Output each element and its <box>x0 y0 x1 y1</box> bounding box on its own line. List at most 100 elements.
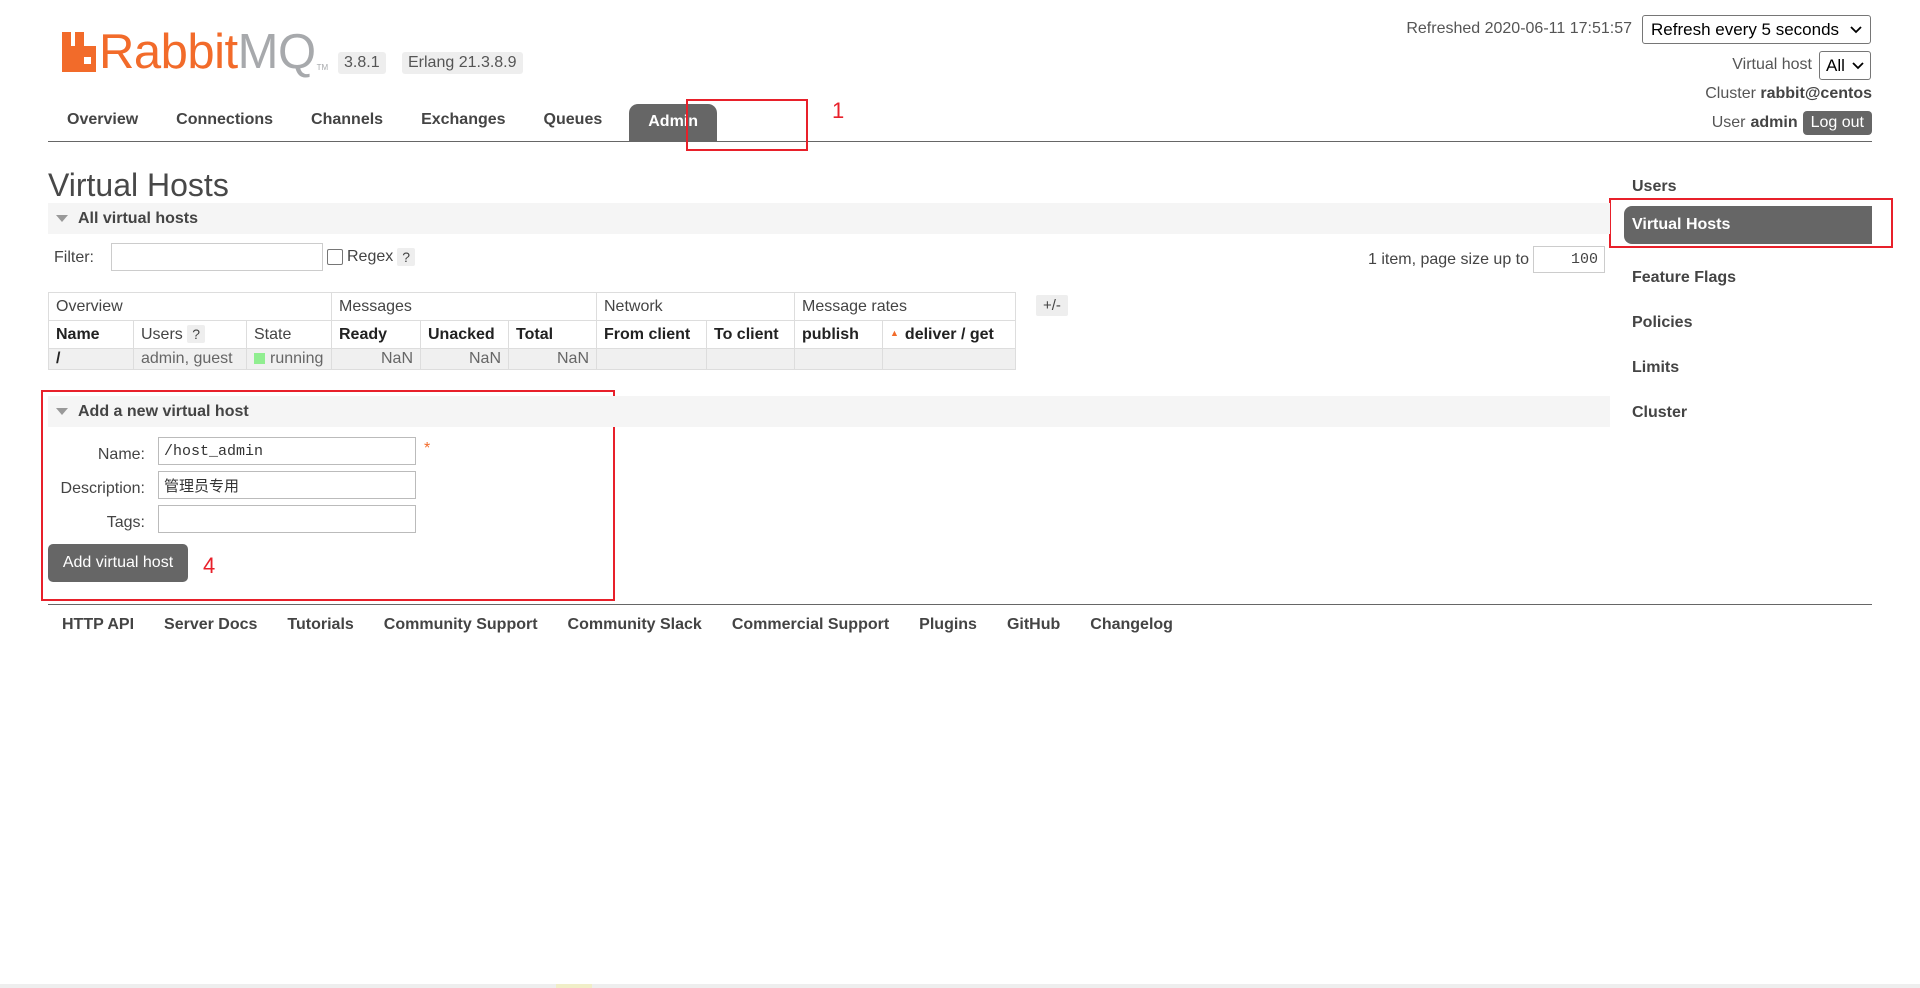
footer-link-community-support[interactable]: Community Support <box>384 616 538 634</box>
name-label: Name: <box>97 446 145 463</box>
page-size-input[interactable] <box>1533 246 1605 273</box>
columns-toggle-button[interactable]: +/- <box>1036 295 1068 316</box>
tabs-divider <box>48 141 1872 142</box>
footer-link-commercial-support[interactable]: Commercial Support <box>732 616 889 634</box>
vhost-ready: NaN <box>331 348 421 370</box>
table-header-row: Name Users ? State Ready Unacked Total F… <box>48 320 1016 349</box>
annotation-number-1: 1 <box>832 98 845 123</box>
logo-wordmark: RabbitMQ <box>99 25 316 79</box>
vhost-from-client <box>596 348 707 370</box>
col-to-client[interactable]: To client <box>706 320 795 349</box>
sidebar-item-policies[interactable]: Policies <box>1624 304 1872 342</box>
chevron-down-icon <box>1852 61 1864 69</box>
col-users[interactable]: Users ? <box>133 320 247 349</box>
footer-link-server-docs[interactable]: Server Docs <box>164 616 257 634</box>
refreshed-timestamp: Refreshed 2020-06-11 17:51:57 <box>1406 20 1632 37</box>
triangle-down-icon <box>56 215 68 222</box>
footer-link-http-api[interactable]: HTTP API <box>62 616 134 634</box>
vhost-total: NaN <box>508 348 597 370</box>
cluster-info: Cluster rabbit@centos <box>1705 85 1872 103</box>
footer-link-tutorials[interactable]: Tutorials <box>287 616 353 634</box>
cluster-name: rabbit@centos <box>1760 85 1872 102</box>
regex-option: Regex ? <box>327 248 416 266</box>
users-help-button[interactable]: ? <box>187 324 206 343</box>
refresh-interval-select[interactable]: Refresh every 5 seconds <box>1642 15 1871 44</box>
logo-trademark: TM <box>316 63 329 72</box>
sort-arrow-icon: ▲ <box>890 327 899 338</box>
vhost-name-link[interactable]: / <box>48 348 134 370</box>
page-title: Virtual Hosts <box>48 167 229 203</box>
group-messages: Messages <box>331 292 597 321</box>
footer-link-github[interactable]: GitHub <box>1007 616 1060 634</box>
all-virtual-hosts-title: All virtual hosts <box>78 209 199 227</box>
col-unacked[interactable]: Unacked <box>420 320 509 349</box>
footer-link-plugins[interactable]: Plugins <box>919 616 977 634</box>
col-publish[interactable]: publish <box>794 320 883 349</box>
regex-label: Regex <box>347 248 394 265</box>
user-name: admin <box>1750 114 1798 131</box>
cluster-label: Cluster <box>1705 85 1756 102</box>
add-virtual-host-button[interactable]: Add virtual host <box>48 544 188 582</box>
tab-channels[interactable]: Channels <box>292 102 402 141</box>
status-indicator-icon <box>254 353 265 364</box>
vhost-unacked: NaN <box>420 348 509 370</box>
footer-link-community-slack[interactable]: Community Slack <box>568 616 702 634</box>
regex-checkbox[interactable] <box>327 249 343 265</box>
sidebar-item-cluster[interactable]: Cluster <box>1624 394 1872 432</box>
virtual-host-select[interactable]: All <box>1819 51 1871 80</box>
table-row[interactable]: / admin, guest running NaN NaN NaN <box>48 348 1016 370</box>
annotation-box-admin-tab <box>686 99 808 151</box>
footer-divider <box>48 604 1872 605</box>
vhost-name-input[interactable] <box>158 437 416 465</box>
erlang-version-badge: Erlang 21.3.8.9 <box>402 52 523 74</box>
group-overview: Overview <box>48 292 332 321</box>
virtual-host-label: Virtual host <box>1732 56 1812 73</box>
add-vhost-header[interactable]: Add a new virtual host <box>48 396 1610 427</box>
vhost-deliver-get <box>882 348 1016 370</box>
group-network: Network <box>596 292 795 321</box>
chevron-down-icon <box>1850 25 1862 33</box>
user-label: User <box>1711 114 1746 131</box>
all-virtual-hosts-header[interactable]: All virtual hosts <box>48 203 1610 234</box>
col-deliver-get[interactable]: ▲ deliver / get <box>882 320 1016 349</box>
logout-button[interactable]: Log out <box>1802 111 1872 135</box>
col-total[interactable]: Total <box>508 320 597 349</box>
filter-label: Filter: <box>54 249 94 266</box>
group-message-rates: Message rates <box>794 292 1016 321</box>
col-from-client[interactable]: From client <box>596 320 707 349</box>
main-nav-tabs: Overview Connections Channels Exchanges … <box>48 102 718 141</box>
sidebar-item-users[interactable]: Users <box>1624 168 1872 206</box>
annotation-number-4: 4 <box>203 553 216 578</box>
tab-exchanges[interactable]: Exchanges <box>402 102 524 141</box>
sidebar-item-limits[interactable]: Limits <box>1624 349 1872 387</box>
rabbitmq-logo-icon <box>62 32 96 72</box>
user-info: User admin Log out <box>1712 111 1872 135</box>
vhost-publish <box>794 348 883 370</box>
footer-link-changelog[interactable]: Changelog <box>1090 616 1173 634</box>
bottom-scrollbar-thumb[interactable] <box>556 984 592 988</box>
vhost-tags-input[interactable] <box>158 505 416 533</box>
virtual-host-value: All <box>1826 55 1845 75</box>
bottom-scrollbar-strip <box>0 984 1920 988</box>
vhost-users: admin, guest <box>133 348 247 370</box>
tab-overview[interactable]: Overview <box>48 102 157 141</box>
vhost-description-input[interactable] <box>158 471 416 499</box>
table-group-header-row: Overview Messages Network Message rates <box>48 292 1016 321</box>
tab-connections[interactable]: Connections <box>157 102 292 141</box>
refresh-interval-value: Refresh every 5 seconds <box>1651 19 1840 39</box>
version-badge: 3.8.1 <box>338 52 386 74</box>
sidebar-item-virtual-hosts[interactable]: Virtual Hosts <box>1624 206 1872 244</box>
vhost-to-client <box>706 348 795 370</box>
vhost-state: running <box>246 348 332 370</box>
tab-queues[interactable]: Queues <box>525 102 622 141</box>
page-size-label: 1 item, page size up to <box>1368 251 1529 268</box>
description-label: Description: <box>60 480 145 497</box>
sidebar-item-feature-flags[interactable]: Feature Flags <box>1624 259 1872 297</box>
col-state[interactable]: State <box>246 320 332 349</box>
filter-input[interactable] <box>111 243 323 271</box>
add-vhost-title: Add a new virtual host <box>78 402 249 420</box>
col-ready[interactable]: Ready <box>331 320 421 349</box>
regex-help-button[interactable]: ? <box>397 248 416 266</box>
col-name[interactable]: Name <box>48 320 134 349</box>
rabbitmq-logo: RabbitMQ TM <box>62 25 329 79</box>
